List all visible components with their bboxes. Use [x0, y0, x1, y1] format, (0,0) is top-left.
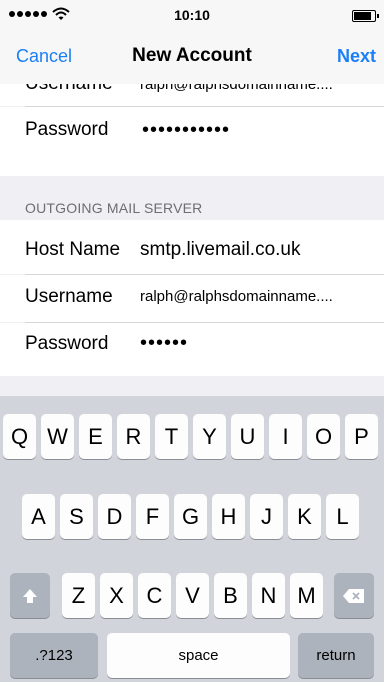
incoming-password-label: Password: [25, 119, 109, 140]
incoming-username-field[interactable]: ralph@ralphsdomainname....: [140, 84, 370, 93]
outgoing-section-header: OUTGOING MAIL SERVER: [25, 200, 203, 216]
next-button[interactable]: Next: [337, 46, 376, 67]
incoming-username-label: Username: [25, 84, 113, 95]
incoming-username-row[interactable]: Username ralph@ralphsdomainname....: [0, 84, 384, 106]
outgoing-password-row[interactable]: Password ••••••: [0, 323, 384, 376]
key-g[interactable]: G: [174, 494, 207, 539]
outgoing-username-row[interactable]: Username ralph@ralphsdomainname....: [0, 275, 384, 322]
key-e[interactable]: E: [79, 414, 112, 459]
key-r[interactable]: R: [117, 414, 150, 459]
host-name-row[interactable]: Host Name smtp.livemail.co.uk: [0, 220, 384, 274]
key-y[interactable]: Y: [193, 414, 226, 459]
key-l[interactable]: L: [326, 494, 359, 539]
shift-arrow-icon: [23, 588, 37, 603]
key-b[interactable]: B: [214, 573, 247, 618]
key-j[interactable]: J: [250, 494, 283, 539]
key-a[interactable]: A: [22, 494, 55, 539]
incoming-password-field[interactable]: •••••••••••: [142, 119, 230, 142]
outgoing-username-field[interactable]: ralph@ralphsdomainname....: [140, 288, 370, 305]
return-key[interactable]: return: [298, 633, 374, 678]
battery-icon: [352, 10, 379, 22]
status-time: 10:10: [174, 7, 210, 23]
delete-key[interactable]: [334, 573, 374, 618]
key-m[interactable]: M: [290, 573, 323, 618]
settings-form: Username ralph@ralphsdomainname.... Pass…: [0, 84, 384, 396]
outgoing-password-field[interactable]: ••••••: [140, 332, 188, 355]
key-h[interactable]: H: [212, 494, 245, 539]
key-i[interactable]: I: [269, 414, 302, 459]
key-u[interactable]: U: [231, 414, 264, 459]
key-d[interactable]: D: [98, 494, 131, 539]
host-name-field[interactable]: smtp.livemail.co.uk: [140, 239, 301, 261]
space-key[interactable]: space: [107, 633, 290, 678]
key-c[interactable]: C: [138, 573, 171, 618]
shift-key[interactable]: [10, 573, 50, 618]
incoming-password-row[interactable]: Password •••••••••••: [0, 107, 384, 176]
outgoing-username-label: Username: [25, 286, 113, 307]
key-t[interactable]: T: [155, 414, 188, 459]
outgoing-password-label: Password: [25, 333, 109, 354]
page-title: New Account: [132, 45, 252, 66]
key-q[interactable]: Q: [3, 414, 36, 459]
backspace-icon: [343, 588, 364, 603]
key-n[interactable]: N: [252, 573, 285, 618]
numbers-key[interactable]: .?123: [10, 633, 98, 678]
key-x[interactable]: X: [100, 573, 133, 618]
status-bar: 10:10: [0, 0, 384, 30]
key-p[interactable]: P: [345, 414, 378, 459]
battery-fill: [354, 12, 371, 20]
key-f[interactable]: F: [136, 494, 169, 539]
key-s[interactable]: S: [60, 494, 93, 539]
key-w[interactable]: W: [41, 414, 74, 459]
key-z[interactable]: Z: [62, 573, 95, 618]
host-name-label: Host Name: [25, 239, 121, 260]
key-v[interactable]: V: [176, 573, 209, 618]
navigation-bar: Cancel New Account Next: [0, 30, 384, 84]
key-k[interactable]: K: [288, 494, 321, 539]
key-o[interactable]: O: [307, 414, 340, 459]
keyboard: QWERTYUIOP ASDFGHJKL ZXCVBNM .?123 space…: [0, 396, 384, 682]
